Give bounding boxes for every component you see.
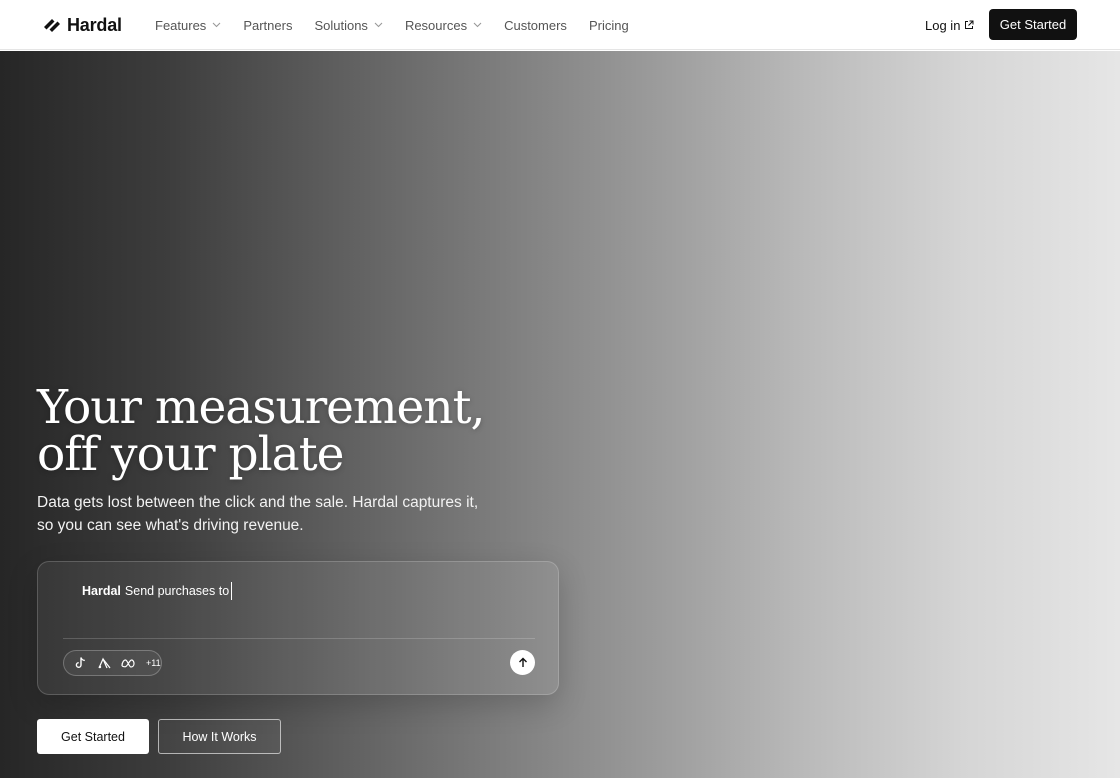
login-link[interactable]: Log in	[925, 0, 974, 50]
prompt-input[interactable]: Hardal Send purchases to	[82, 582, 233, 600]
chevron-down-icon	[473, 22, 482, 28]
prompt-divider	[63, 638, 535, 639]
more-integrations-count: +11	[146, 658, 161, 668]
brand-name: Hardal	[67, 14, 122, 35]
text-caret	[231, 582, 233, 600]
tiktok-icon	[73, 656, 87, 670]
headline-line-2: off your plate	[37, 427, 344, 482]
chevron-down-icon	[374, 22, 383, 28]
nav-item-customers[interactable]: Customers	[504, 18, 567, 33]
meta-icon	[121, 656, 135, 670]
prompt-box[interactable]: Hardal Send purchases to +11	[37, 561, 559, 695]
arrow-up-icon	[518, 657, 527, 667]
hero-subtext: Data gets lost between the click and the…	[37, 494, 479, 534]
nav-item-label: Solutions	[314, 17, 368, 33]
main-nav: Features Partners Solutions Resources Cu…	[155, 0, 651, 50]
how-it-works-button[interactable]: How It Works	[158, 719, 281, 754]
nav-item-label: Resources	[404, 17, 468, 33]
headline-line-1: Your measurement,	[37, 380, 485, 435]
top-nav-bar: Hardal Features Partners Solutions Resou…	[0, 0, 1120, 50]
nav-item-partners[interactable]: Partners	[243, 18, 292, 33]
nav-item-label: Pricing	[588, 17, 629, 33]
nav-item-label: Features	[155, 17, 207, 33]
chevron-down-icon	[212, 22, 221, 28]
login-label: Log in	[925, 17, 961, 33]
prompt-text: Send purchases to	[124, 584, 230, 598]
send-button[interactable]	[510, 650, 535, 675]
nav-item-solutions[interactable]: Solutions	[314, 17, 383, 33]
google-ads-icon	[97, 656, 111, 670]
prompt-brand: Hardal	[82, 584, 121, 598]
nav-item-pricing[interactable]: Pricing	[589, 18, 629, 33]
hero-headline: Your measurement, off your plate	[37, 380, 485, 482]
get-started-button-nav[interactable]: Get Started	[989, 9, 1077, 40]
external-link-icon	[965, 20, 974, 29]
get-started-button[interactable]: Get Started	[37, 719, 149, 754]
nav-item-label: Customers	[504, 17, 567, 33]
nav-item-resources[interactable]: Resources	[405, 18, 482, 33]
brand-logo[interactable]: Hardal	[43, 13, 122, 37]
integrations-pill[interactable]: +11	[63, 650, 162, 676]
nav-item-label: Partners	[243, 17, 293, 33]
nav-item-features[interactable]: Features	[155, 18, 221, 33]
hardal-logo-icon	[44, 19, 60, 32]
